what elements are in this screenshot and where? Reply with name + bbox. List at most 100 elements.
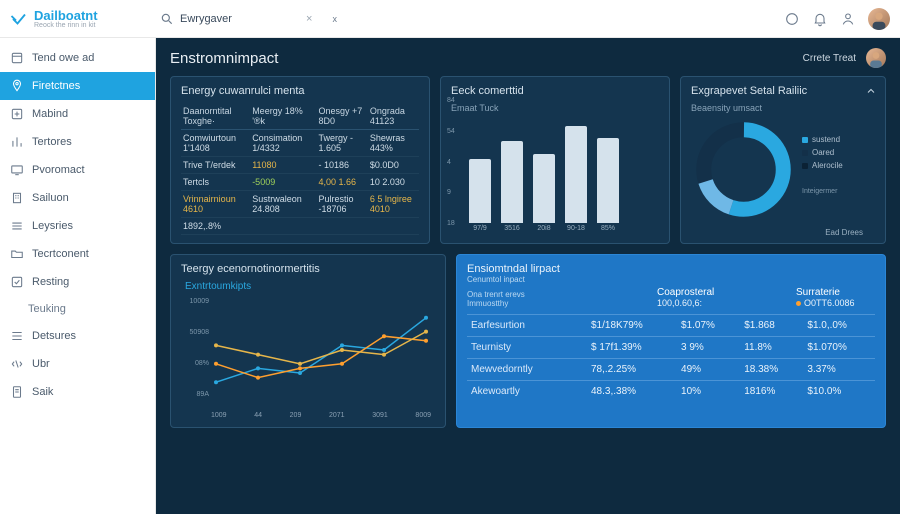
- chevron-up-icon[interactable]: [865, 85, 877, 97]
- table-row: 1892,.8%: [181, 218, 419, 235]
- sidebar-item-tecrt[interactable]: Tecrtconent: [0, 240, 155, 268]
- logo-icon: [10, 10, 28, 28]
- pin-icon: [10, 79, 24, 93]
- user-icon[interactable]: [840, 11, 856, 27]
- sidebar-label: Resting: [32, 276, 69, 288]
- col-2: Onesgy +7 8D0: [316, 103, 367, 130]
- sidebar: Tend owe ad Firetctnes Mabind Tertores P…: [0, 38, 156, 514]
- search-input[interactable]: [180, 13, 300, 25]
- energy-table: Daanorntital Toxghe· Meergy 18% '®k Ones…: [181, 103, 419, 235]
- bar: [533, 154, 555, 223]
- sidebar-label: Mabind: [32, 108, 68, 120]
- bar: [501, 141, 523, 223]
- sidebar-label: Leysries: [32, 220, 73, 232]
- bar-chart: [451, 113, 659, 223]
- table-row: Vrinnairnioun 4610 Sustrwaleon 24.808 Pu…: [181, 191, 419, 218]
- bar: [469, 159, 491, 223]
- table-row: Tertcls -5009 4,00 1.66 10 2.030: [181, 174, 419, 191]
- line-x-axis: 100944209207130918009: [181, 412, 435, 419]
- line-y-axis: 10009 50908 08% 89A: [181, 298, 209, 398]
- sidebar-label: Tend owe ad: [32, 52, 94, 64]
- energy-table-card: Energy cuwanrulci menta Daanorntital Tox…: [170, 76, 430, 244]
- card-title: Teergy ecenornotinormertitis: [181, 263, 435, 275]
- sidebar-item-teuking[interactable]: Teuking: [0, 296, 155, 322]
- page-avatar[interactable]: [866, 48, 886, 68]
- sidebar-label: Tecrtconent: [32, 248, 89, 260]
- line-chart-card: Teergy ecenornotinormertitis Exntrtoumki…: [170, 254, 446, 428]
- monitor-icon: [10, 163, 24, 177]
- page-title: Enstromnimpact: [170, 50, 278, 67]
- line-chart: 10009 50908 08% 89A: [181, 294, 435, 412]
- line-series-label: Exntrtoumkipts: [185, 281, 435, 292]
- table-row: Mewvedorntly78,.2.25%49%18.38%3.37%: [467, 359, 875, 381]
- sidebar-label: Teuking: [28, 303, 66, 315]
- search-chip-2[interactable]: x: [332, 14, 337, 24]
- plus-square-icon: [10, 107, 24, 121]
- square-icon: [10, 51, 24, 65]
- sidebar-label: Saik: [32, 386, 53, 398]
- sidebar-item-pvoromact[interactable]: Pvoromact: [0, 156, 155, 184]
- logo-subtitle: Reock the rinn in kit: [34, 22, 98, 29]
- donut-legend: sustend Oared Alerocile Inteigermer: [802, 135, 843, 222]
- swap-icon: [10, 357, 24, 371]
- doc-icon: [10, 385, 24, 399]
- sidebar-label: Pvoromact: [32, 164, 85, 176]
- impact-card: Ensiomtndal lirpact Cenumtol inpact Ona …: [456, 254, 886, 428]
- donut-footer: Ead Drees: [825, 228, 863, 237]
- search-clear-icon[interactable]: ×: [306, 13, 312, 25]
- sidebar-item-resting[interactable]: Resting: [0, 268, 155, 296]
- sidebar-label: Firetctnes: [32, 80, 80, 92]
- sidebar-item-saik[interactable]: Saik: [0, 378, 155, 406]
- sidebar-label: Tertores: [32, 136, 72, 148]
- main-content: Enstromnimpact Crrete Treat Energy cuwan…: [156, 38, 900, 514]
- building-icon: [10, 191, 24, 205]
- logo-title: Dailboatnt: [34, 9, 98, 22]
- topbar: Dailboatnt Reock the rinn in kit × x: [0, 0, 900, 38]
- sidebar-item-ubr[interactable]: Ubr: [0, 350, 155, 378]
- check-square-icon: [10, 275, 24, 289]
- impact-table: Earfesurtion$1/18K79%$1.07%$1.868$1.0,.0…: [467, 314, 875, 402]
- sidebar-item-mabind[interactable]: Mabind: [0, 100, 155, 128]
- create-button[interactable]: Crrete Treat: [803, 53, 856, 64]
- logo[interactable]: Dailboatnt Reock the rinn in kit: [10, 9, 156, 29]
- bar-x-axis: 97/9351620i890-1885%: [451, 225, 659, 232]
- impact-title: Ensiomtndal lirpact: [467, 263, 597, 275]
- card-subtitle: Emaat Tuck: [451, 103, 659, 113]
- table-row: Teurnisty$ 17f1.39%3 9%11.8%$1.070%: [467, 337, 875, 359]
- sidebar-label: Sailuon: [32, 192, 69, 204]
- circle-icon[interactable]: [784, 11, 800, 27]
- avatar[interactable]: [868, 8, 890, 30]
- line-svg: [211, 298, 431, 402]
- card-subtitle: Beaensity umsact: [691, 103, 875, 113]
- sidebar-item-detsures[interactable]: Detsures: [0, 322, 155, 350]
- topbar-actions: [784, 8, 890, 30]
- sidebar-label: Detsures: [32, 330, 76, 342]
- card-title: Energy cuwanrulci menta: [181, 85, 419, 97]
- card-title: Exgrapevet Setal Railiic: [691, 85, 875, 97]
- impact-header: Ensiomtndal lirpact Cenumtol inpact Ona …: [467, 263, 875, 308]
- search-icon: [160, 12, 174, 26]
- menu-icon: [10, 219, 24, 233]
- col-0: Daanorntital Toxghe·: [181, 103, 250, 130]
- sidebar-item-tertores[interactable]: Tertores: [0, 128, 155, 156]
- donut-card: Exgrapevet Setal Railiic Beaensity umsac…: [680, 76, 886, 244]
- sidebar-item-firetctnes[interactable]: Firetctnes: [0, 72, 155, 100]
- sidebar-item-tend[interactable]: Tend owe ad: [0, 44, 155, 72]
- sidebar-item-sailuon[interactable]: Sailuon: [0, 184, 155, 212]
- card-title: Eeck comerttid: [451, 85, 659, 97]
- table-row: Earfesurtion$1/18K79%$1.07%$1.868$1.0,.0…: [467, 315, 875, 337]
- bell-icon[interactable]: [812, 11, 828, 27]
- search-box[interactable]: × x: [156, 10, 341, 28]
- col-3: Ongrada 41123: [368, 103, 419, 130]
- table-row: Comwiurtoun 1'1408 Consimation 1/4332 Tw…: [181, 130, 419, 157]
- donut-chart: [691, 117, 796, 222]
- impact-subtitle: Cenumtol inpact: [467, 275, 597, 284]
- col-1: Meergy 18% '®k: [250, 103, 316, 130]
- sidebar-label: Ubr: [32, 358, 50, 370]
- bar: [565, 126, 587, 223]
- bar-chart-card: Eeck comerttid Emaat Tuck 84 54 4 9 18 9…: [440, 76, 670, 244]
- page-header: Enstromnimpact Crrete Treat: [170, 48, 886, 68]
- bar: [597, 138, 619, 223]
- bar-chart-icon: [10, 135, 24, 149]
- sidebar-item-leysries[interactable]: Leysries: [0, 212, 155, 240]
